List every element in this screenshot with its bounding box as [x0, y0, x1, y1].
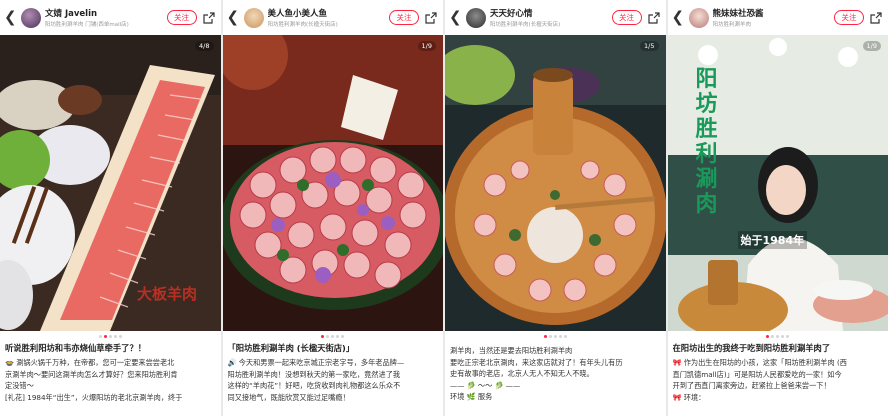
overlay-caption: 大板羊肉 [137, 285, 198, 303]
carousel-dot [553, 334, 557, 338]
card-header: ❮ 文婧 Javelin 阳坊胜利涮羊肉 门铺(西单mall店) 关注 [0, 0, 221, 35]
carousel-dot [558, 334, 562, 338]
overlay-title: 阳坊胜利涮肉 [695, 66, 718, 217]
carousel-dot [113, 334, 117, 338]
avatar[interactable] [466, 7, 486, 28]
carousel-dot [563, 334, 567, 338]
note-body: 「阳坊胜利涮羊肉 (长楹天街店)」 🔊 今天和男票一起来吃京城正宗老字号，多年老… [223, 341, 444, 403]
note-text-line: 阳坊胜利涮羊肉！没想到秋天的第一家吃，竟然进了我 [227, 369, 401, 379]
photo-counter: 1/9 [417, 41, 436, 51]
share-icon[interactable] [425, 11, 437, 24]
copper-hotpot-image [445, 35, 666, 331]
note-photo[interactable]: 1/5 [445, 35, 666, 331]
note-body: 涮羊肉，当然还是要去阳坊胜利涮羊肉 要吃正宗老北京涮肉，来这家店就对了！有年头儿… [445, 341, 666, 403]
note-text-line: 环境 🌿 服务 [450, 392, 493, 401]
card-header: ❮ 美人鱼小美人鱼 阳坊胜利涮羊肉(长楹天街店) 关注 [223, 0, 444, 35]
avatar[interactable] [21, 7, 41, 28]
back-arrow-icon[interactable]: ❮ [449, 10, 463, 25]
note-text-line: 🍲 涮锅火锅千万种，在帝都，您可一定要来尝尝老北 [5, 358, 175, 367]
author-meta: 阳坊胜利涮羊肉(长楹天街店) [490, 22, 561, 28]
avatar[interactable] [243, 7, 264, 28]
follow-button[interactable]: 关注 [389, 10, 419, 25]
carousel-dot [326, 334, 330, 338]
carousel-dot [118, 334, 122, 338]
carousel-dots [223, 331, 444, 341]
note-text-line: 京涮羊肉～要问这涮羊肉怎么才算好？您来阳坊胜利肯 [5, 369, 178, 379]
note-text-line: 要吃正宗老北京涮肉，来这家店就对了！有年头儿有历 [450, 357, 623, 367]
user-info: 天天好心情 阳坊胜利涮羊肉(长楹天街店) [490, 7, 612, 28]
carousel-dot [548, 334, 552, 338]
user-info: 熊妹妹社恐酱 阳坊胜利涮羊肉 [713, 7, 835, 28]
follow-button[interactable]: 关注 [834, 10, 864, 25]
carousel-dot [771, 334, 775, 338]
note-text-line: 涮羊肉，当然还是要去阳坊胜利涮羊肉 [450, 346, 573, 355]
note-photo[interactable]: 1/9 [222, 35, 443, 331]
carousel-dot [98, 334, 102, 338]
note-card[interactable]: ❮ 天天好心情 阳坊胜利涮羊肉(长楹天街店) 关注 1/5 涮羊肉，当然还是要去… [445, 0, 666, 416]
follow-button[interactable]: 关注 [166, 10, 197, 25]
carousel-dot [781, 334, 785, 338]
note-text-line: 开到了西直门离家旁边，赶紧拉上爸爸来尝一下！ [672, 381, 831, 390]
note-text-line: 🎀 环境： [672, 392, 706, 402]
note-body: 在阳坊出生的我终于吃到阳坊胜利涮羊肉了 🎀 作为出生在阳坊的小孩，这家「阳坊胜利… [668, 341, 888, 403]
photo-counter: 1/9 [862, 41, 881, 51]
carousel-dot-active [766, 334, 770, 338]
note-title: 「阳坊胜利涮羊肉 (长楹天街店)」 [227, 343, 355, 353]
carousel-dot [108, 334, 112, 338]
note-photo[interactable]: 1/9 阳坊胜利涮肉 始于1984年 [667, 35, 888, 331]
card-header: ❮ 熊妹妹社恐酱 阳坊胜利涮羊肉 关注 [668, 0, 888, 35]
carousel-dot [341, 334, 345, 338]
carousel-dot [331, 334, 335, 338]
share-icon[interactable] [647, 11, 660, 24]
carousel-dot-active [543, 334, 547, 338]
note-photo[interactable]: 4/8 大板羊肉 [0, 35, 221, 331]
note-text-line: [礼花] 1984年“出生”，火爆阳坊的老北京涮羊肉，终于 [5, 392, 183, 402]
author-name[interactable]: 天天好心情 [490, 7, 612, 19]
author-meta: 阳坊胜利涮羊肉 门铺(西单mall店) [45, 22, 129, 28]
note-text-line: 🔊 今天和男票一起来吃京城正宗老字号，多年老品牌— [227, 358, 405, 367]
author-meta: 阳坊胜利涮羊肉(长楹天街店) [267, 22, 338, 28]
note-text-line: 这样的“羊肉花”！好吧，吃货收到肉礼物都这么乐众不 [227, 381, 401, 390]
carousel-dot-active [103, 334, 107, 338]
note-text-line: 直门凯德mall店)」可是阳坊人民都爱吃的一家！如今 [672, 369, 842, 379]
author-name[interactable]: 美人鱼小美人鱼 [268, 7, 390, 19]
overlay-subtitle: 始于1984年 [737, 231, 808, 249]
lamb-roses-platter-image [222, 35, 443, 331]
note-title: 听说胜利阳坊和韦亦烧仙草牵手了？！ [5, 343, 147, 353]
note-card[interactable]: ❮ 熊妹妹社恐酱 阳坊胜利涮羊肉 关注 1/9 阳坊胜利涮肉 始于1984年 在… [667, 0, 888, 416]
note-text-line: 同又接地气，既能欣赏又能过足嘴瘾！ [227, 392, 350, 402]
note-text-line: —— 🥬 ～～ 🥬 —— [450, 380, 521, 390]
note-text-line: 定没错～ [5, 381, 34, 390]
author-meta: 阳坊胜利涮羊肉 [712, 22, 752, 28]
back-arrow-icon[interactable]: ❮ [4, 10, 18, 25]
note-text-line: 史有故事的老店，北京人无人不知无人不晓。 [450, 369, 594, 378]
photo-counter: 4/8 [195, 41, 214, 51]
back-arrow-icon[interactable]: ❮ [672, 10, 686, 25]
share-icon[interactable] [870, 11, 882, 24]
carousel-dot [786, 334, 790, 338]
carousel-dots [668, 331, 888, 341]
photo-counter: 1/5 [640, 41, 659, 51]
note-card[interactable]: ❮ 文婧 Javelin 阳坊胜利涮羊肉 门铺(西单mall店) 关注 4/8 … [0, 0, 221, 416]
author-name[interactable]: 熊妹妹社恐酱 [713, 7, 835, 19]
note-body: 听说胜利阳坊和韦亦烧仙草牵手了？！ 🍲 涮锅火锅千万种，在帝都，您可一定要来尝尝… [0, 341, 221, 403]
note-card[interactable]: ❮ 美人鱼小美人鱼 阳坊胜利涮羊肉(长楹天街店) 关注 1/9 「阳坊胜利涮羊肉… [222, 0, 444, 416]
carousel-dots [445, 331, 666, 341]
author-name[interactable]: 文婧 Javelin [45, 7, 167, 19]
card-header: ❮ 天天好心情 阳坊胜利涮羊肉(长楹天街店) 关注 [445, 0, 666, 35]
carousel-dots [0, 331, 221, 341]
follow-button[interactable]: 关注 [611, 10, 642, 25]
note-title: 在阳坊出生的我终于吃到阳坊胜利涮羊肉了 [672, 343, 831, 353]
note-feed-row: ❮ 文婧 Javelin 阳坊胜利涮羊肉 门铺(西单mall店) 关注 4/8 … [0, 0, 888, 416]
carousel-dot [336, 334, 340, 338]
carousel-dot-active [321, 334, 325, 338]
note-text-line: 🎀 作为出生在阳坊的小孩，这家「阳坊胜利涮羊肉 (西 [672, 358, 847, 367]
user-info: 文婧 Javelin 阳坊胜利涮羊肉 门铺(西单mall店) [45, 7, 167, 28]
avatar[interactable] [688, 7, 709, 28]
carousel-dot [776, 334, 780, 338]
back-arrow-icon[interactable]: ❮ [227, 10, 241, 25]
share-icon[interactable] [202, 11, 215, 24]
user-info: 美人鱼小美人鱼 阳坊胜利涮羊肉(长楹天街店) [268, 7, 390, 28]
